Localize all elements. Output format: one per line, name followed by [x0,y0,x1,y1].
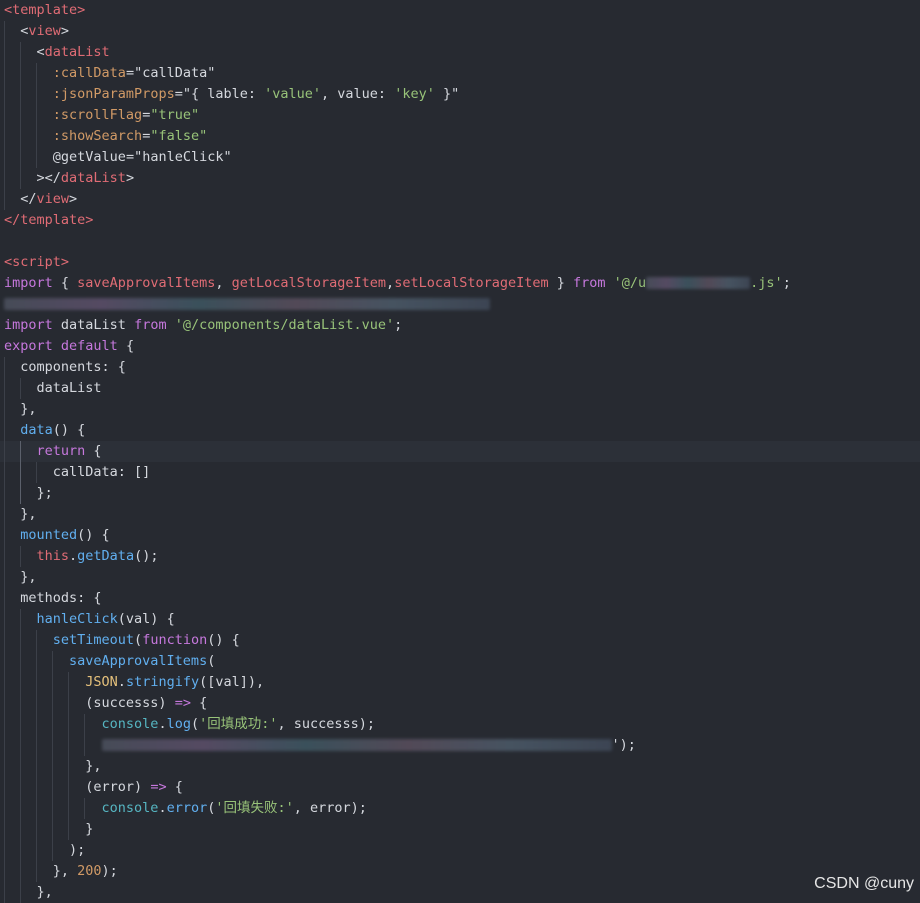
code-line-9: ></dataList> [0,168,920,189]
code-line-31: setTimeout(function() { [0,630,920,651]
code-line-17: export default { [4,338,135,354]
code-line-35: console.log('回填成功:', successs); [0,714,920,735]
code-line-36: '); [0,735,920,756]
code-editor[interactable]: <template> <view> <dataList :callData="c… [0,0,920,903]
code-line-30: hanleClick(val) { [0,609,920,630]
code-line-10: </view> [0,189,920,210]
code-line-37: }, [0,756,920,777]
code-line-7: :showSearch="false" [0,126,920,147]
code-line-19: dataList [0,378,920,399]
code-line-18: components: { [0,357,920,378]
code-line-3: <dataList [0,42,920,63]
code-line-22: return { [0,441,920,462]
code-line-39: console.error('回填失败:', error); [0,798,920,819]
code-line-20: }, [0,399,920,420]
code-line-8: @getValue="hanleClick" [0,147,920,168]
redacted-text [646,277,751,289]
code-line-1: <template> [4,2,86,18]
code-line-34: (successs) => { [0,693,920,714]
code-line-27: this.getData(); [0,546,920,567]
code-line-2: <view> [0,21,920,42]
code-line-24: }; [0,483,920,504]
code-line-14: import { saveApprovalItems, getLocalStor… [4,275,791,291]
code-line-21: data() { [0,420,920,441]
code-line-25: }, [0,504,920,525]
redacted-text [101,739,612,751]
code-line-32: saveApprovalItems( [0,651,920,672]
code-line-29: methods: { [0,588,920,609]
code-line-42: }, 200); [0,861,920,882]
code-line-40: } [0,819,920,840]
code-line-38: (error) => { [0,777,920,798]
code-line-4: :callData="callData" [0,63,920,84]
redacted-line [4,298,490,310]
code-line-16: import dataList from '@/components/dataL… [4,317,403,333]
code-line-6: :scrollFlag="true" [0,105,920,126]
code-line-13: <script> [4,254,70,270]
code-line-28: }, [0,567,920,588]
code-line-5: :jsonParamProps="{ lable: 'value', value… [0,84,920,105]
code-line-43: }, [0,882,920,903]
watermark: CSDN @cuny [814,875,914,892]
code-line-41: ); [0,840,920,861]
code-line-33: JSON.stringify([val]), [0,672,920,693]
code-line-11: </template> [4,212,94,228]
code-line-23: callData: [] [0,462,920,483]
code-line-15 [0,294,920,315]
code-line-26: mounted() { [0,525,920,546]
